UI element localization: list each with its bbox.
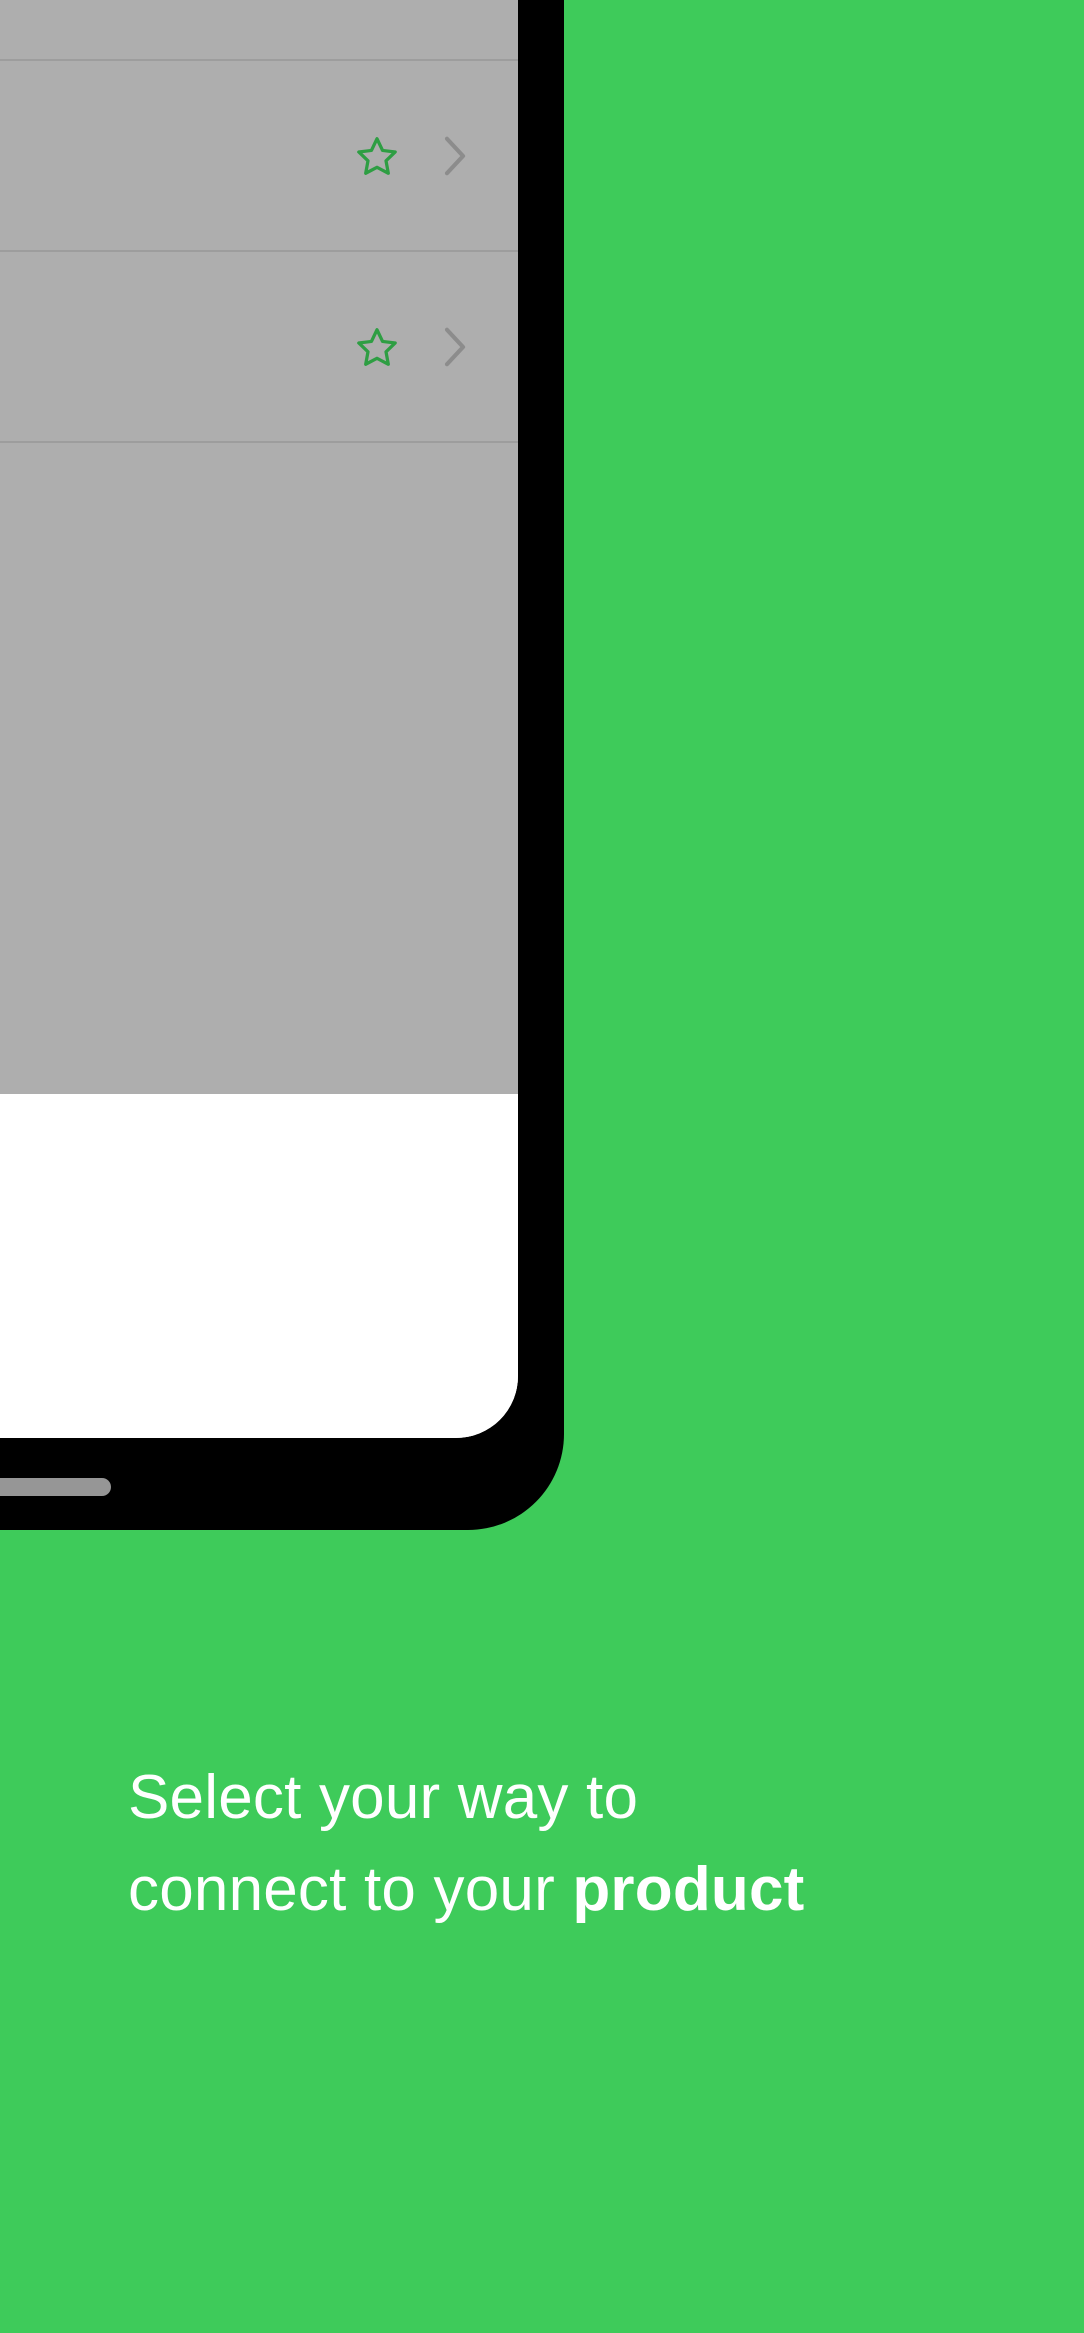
star-outline-icon[interactable]: [354, 324, 400, 370]
table-row[interactable]: [0, 61, 518, 252]
page-caption: Select your way to connect to your produ…: [128, 1752, 928, 1936]
table-row-actions: [354, 324, 472, 370]
phone-device-frame: 6: [0, 0, 564, 1530]
caption-line-2-prefix: connect to your: [128, 1855, 573, 1924]
caption-emphasis-product: product: [572, 1855, 805, 1924]
table-row[interactable]: [0, 0, 518, 61]
table-row[interactable]: 6: [0, 252, 518, 443]
caption-line-2: connect to your product: [128, 1844, 928, 1936]
connection-method-sheet: Bluetooth: [0, 1094, 518, 1438]
table-row[interactable]: [0, 443, 518, 634]
table-row-actions: [354, 133, 472, 179]
phone-screen: 6: [0, 0, 518, 1438]
connection-options-row: Bluetooth: [0, 1170, 518, 1364]
chevron-right-icon[interactable]: [438, 324, 472, 370]
home-indicator[interactable]: [0, 1478, 111, 1496]
star-outline-icon[interactable]: [354, 133, 400, 179]
caption-line-1: Select your way to: [128, 1763, 639, 1832]
chevron-right-icon[interactable]: [438, 133, 472, 179]
